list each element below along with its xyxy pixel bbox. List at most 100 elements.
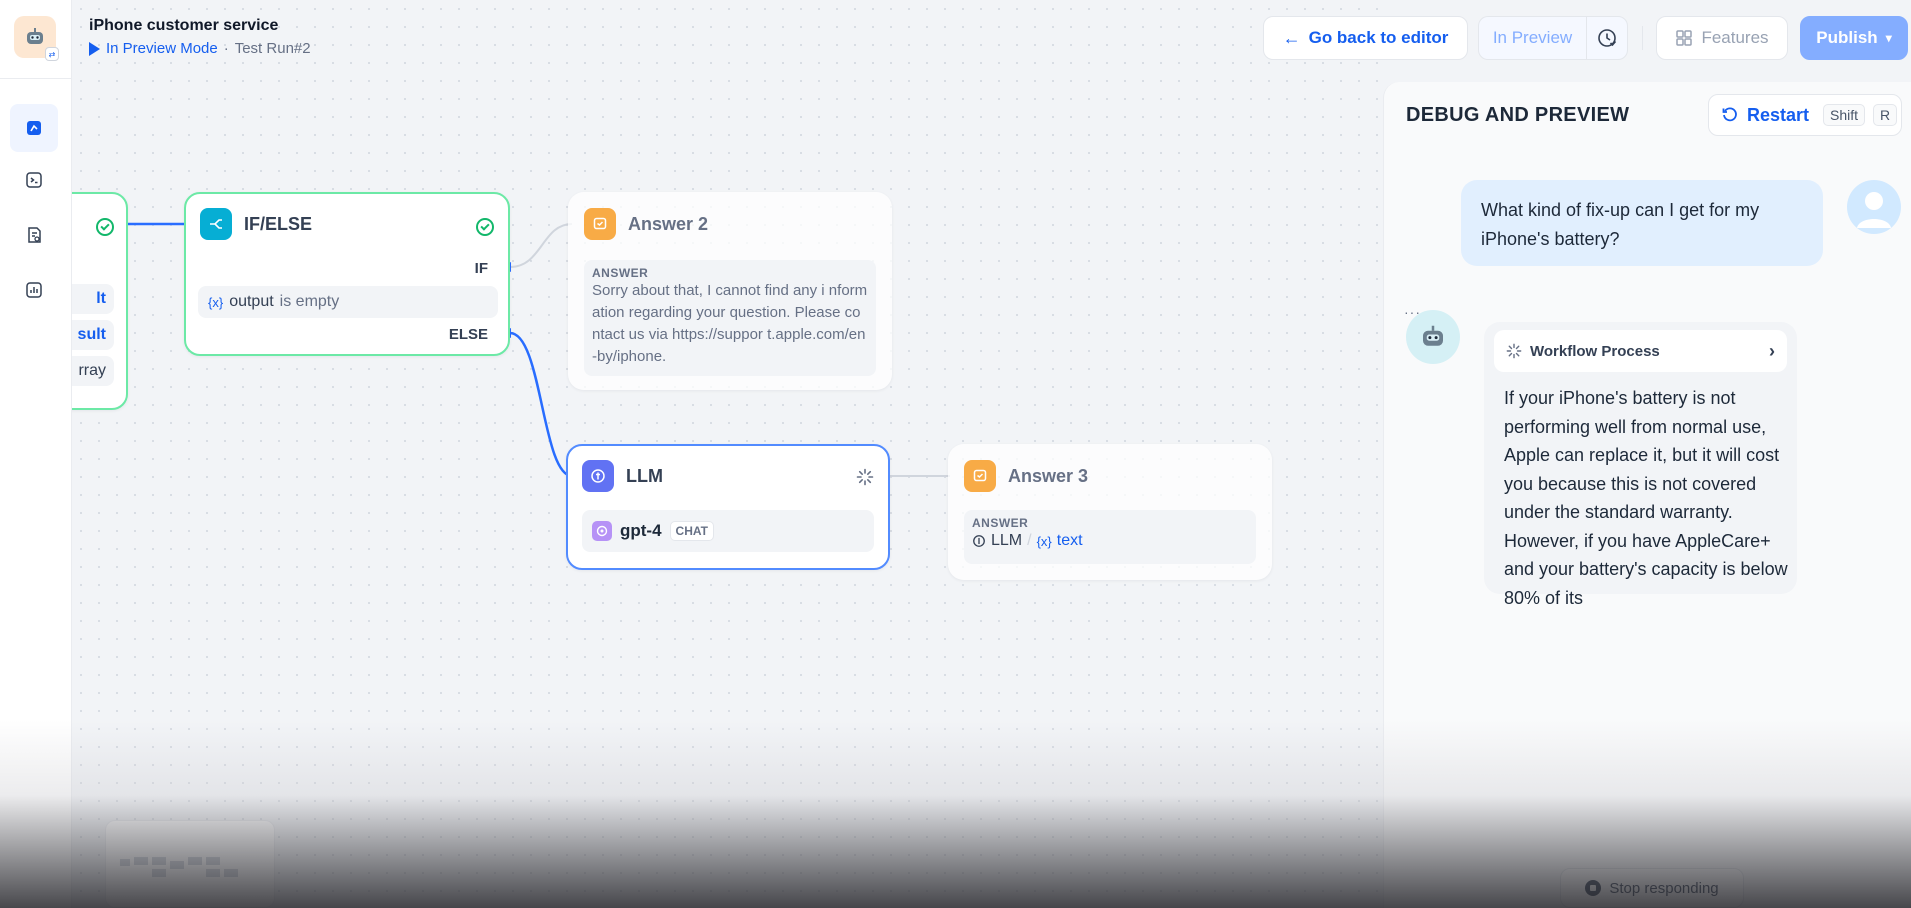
llm-title: LLM (626, 465, 663, 486)
branch-icon (200, 208, 232, 240)
llm-node[interactable]: LLM gpt-4 CHAT (566, 444, 890, 570)
preview-mode-indicator: In Preview Mode (89, 40, 218, 57)
app-type-badge-icon: ⇄ (45, 47, 59, 61)
if-branch-label: IF (474, 260, 488, 277)
features-label: Features (1701, 28, 1769, 47)
ifelse-header: IF/ELSE (200, 208, 312, 240)
api-access-nav-button[interactable] (10, 156, 58, 204)
ref-variable: text (1056, 532, 1083, 549)
debug-preview-panel: DEBUG AND PREVIEW Restart Shift R What k… (1383, 82, 1911, 908)
ref-separator: / (1027, 532, 1032, 549)
left-rail: ⇄ (0, 0, 72, 908)
answer3-header: Answer 3 (964, 460, 1088, 492)
terminal-icon (26, 172, 42, 188)
in-preview-label: In Preview (1492, 28, 1573, 47)
minimap[interactable] (105, 820, 275, 908)
run-status: In Preview Mode · Test Run#2 (89, 40, 311, 57)
stop-responding-button[interactable]: Stop responding (1560, 868, 1744, 908)
rail-divider (0, 78, 72, 79)
answer3-content: ANSWER LLM / {x} text (964, 510, 1256, 564)
answer2-text: Sorry about that, I cannot find any i nf… (592, 282, 868, 365)
restart-button[interactable]: Restart Shift R (1708, 94, 1902, 136)
minimap-preview (120, 857, 238, 877)
previous-node[interactable]: lt sult rray (72, 192, 128, 410)
answer-icon (584, 208, 616, 240)
success-check-icon (96, 218, 114, 236)
loading-spinner-icon (856, 468, 874, 486)
openai-icon (592, 521, 612, 541)
chevron-right-icon: › (1769, 340, 1775, 361)
robot-icon (27, 28, 43, 44)
prev-row-1: lt (72, 284, 114, 314)
answer-icon (964, 460, 996, 492)
orchestrate-icon (27, 121, 41, 135)
answer2-node[interactable]: Answer 2 ANSWER Sorry about that, I cann… (568, 192, 892, 390)
ifelse-title: IF/ELSE (244, 213, 313, 234)
chart-icon (26, 282, 42, 298)
answer2-title: Answer 2 (628, 213, 709, 234)
play-icon (89, 41, 100, 56)
robot-icon (1423, 325, 1443, 346)
workflow-process-toggle[interactable]: Workflow Process › (1494, 330, 1787, 372)
user-avatar (1847, 180, 1901, 234)
run-separator: · (223, 40, 229, 57)
answer2-header: Answer 2 (584, 208, 708, 240)
publish-button[interactable]: Publish ▾ (1800, 16, 1908, 60)
answer3-label: ANSWER (972, 516, 1029, 530)
toolbar-divider (1642, 26, 1643, 50)
llm-icon (582, 460, 614, 492)
go-back-to-editor-button[interactable]: ← Go back to editor (1263, 16, 1468, 60)
in-preview-button[interactable]: In Preview (1478, 16, 1586, 60)
publish-label: Publish (1816, 28, 1878, 47)
success-check-icon (476, 218, 494, 236)
features-button[interactable]: Features (1656, 16, 1788, 60)
edge-else-llm (509, 331, 573, 478)
condition-operator: is empty (279, 293, 340, 310)
preview-mode-label: In Preview Mode (106, 40, 218, 57)
run-history-button[interactable] (1586, 16, 1628, 60)
llm-model-row: gpt-4 CHAT (582, 510, 874, 552)
grid-icon (1676, 30, 1693, 46)
stop-responding-label: Stop responding (1609, 879, 1719, 897)
logs-icon (28, 227, 41, 243)
ifelse-node[interactable]: IF/ELSE IF {x} output is empty ELSE (184, 192, 510, 356)
logs-nav-button[interactable] (10, 211, 58, 259)
monitoring-nav-button[interactable] (10, 266, 58, 314)
orchestrate-nav-button[interactable] (10, 104, 58, 152)
llm-header: LLM (582, 460, 663, 492)
edge-if-answer2 (509, 223, 573, 268)
workflow-process-label: Workflow Process (1530, 342, 1660, 360)
variable-icon: {x} (208, 294, 224, 310)
answer3-variable-ref: LLM / {x} text (972, 532, 1248, 550)
loading-spinner-icon (1506, 343, 1522, 359)
answer3-title: Answer 3 (1008, 465, 1089, 486)
llm-mode-badge: CHAT (669, 521, 714, 541)
llm-model-name: gpt-4 (620, 521, 662, 540)
ref-node-name: LLM (991, 532, 1023, 549)
answer2-content: ANSWER Sorry about that, I cannot find a… (584, 260, 876, 376)
workflow-canvas[interactable]: lt sult rray IF/ELSE IF {x} output is em… (72, 0, 1383, 908)
app-title: iPhone customer service (89, 17, 279, 34)
restart-icon (1722, 107, 1737, 122)
prev-row-2: sult (72, 320, 114, 350)
answer2-label: ANSWER (592, 266, 649, 280)
answer3-node[interactable]: Answer 3 ANSWER LLM / {x} text (948, 444, 1272, 580)
arrow-left-icon: ← (1282, 27, 1301, 48)
stop-icon (1585, 880, 1602, 896)
variable-icon: {x} (1036, 533, 1052, 549)
else-branch-label: ELSE (448, 326, 488, 343)
go-back-label: Go back to editor (1308, 28, 1449, 47)
history-icon (1598, 29, 1617, 47)
condition-variable: output (229, 293, 274, 310)
llm-ref-icon (973, 535, 985, 547)
restart-label: Restart (1747, 104, 1810, 125)
debug-panel-title: DEBUG AND PREVIEW (1406, 104, 1630, 126)
run-label: Test Run#2 (234, 40, 311, 57)
ifelse-condition: {x} output is empty (198, 286, 498, 318)
app-logo: ⇄ (14, 16, 59, 61)
prev-row-3: rray (72, 356, 114, 386)
bot-message: Workflow Process › If your iPhone's batt… (1484, 322, 1797, 608)
shortcut-shift: Shift (1823, 104, 1866, 126)
user-message: What kind of fix-up can I get for my iPh… (1461, 180, 1823, 266)
shortcut-r: R (1873, 104, 1898, 126)
